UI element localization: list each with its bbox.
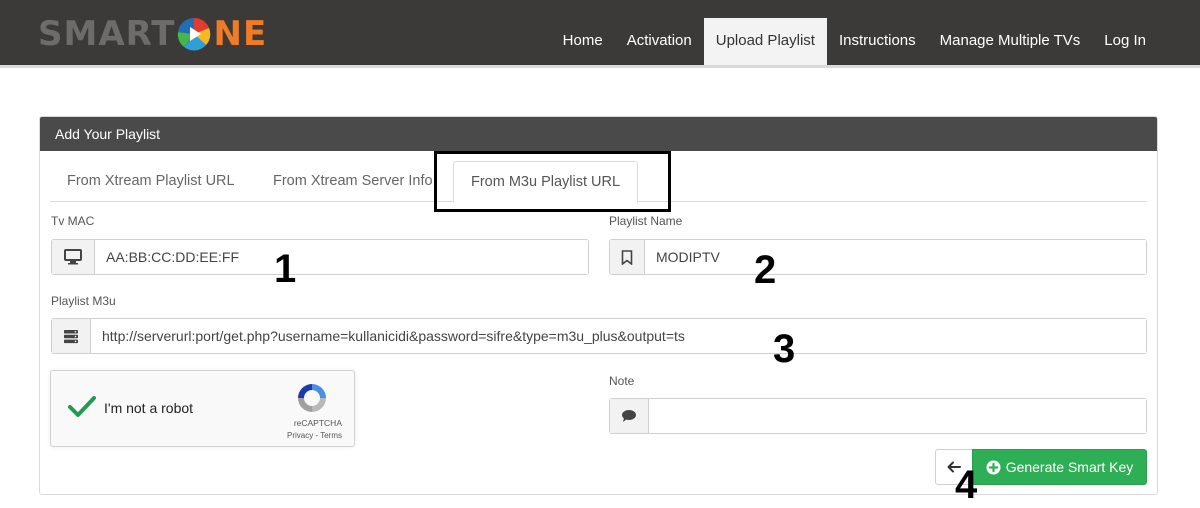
note-group bbox=[609, 398, 1147, 434]
recaptcha-widget[interactable]: I'm not a robot reCAPTCHA Privacy - Term… bbox=[50, 370, 355, 447]
nav-manage-multiple-tvs[interactable]: Manage Multiple TVs bbox=[928, 18, 1093, 65]
playlist-m3u-input[interactable] bbox=[91, 319, 1146, 353]
main-nav: Home Activation Upload Playlist Instruct… bbox=[551, 18, 1158, 65]
highlight-box bbox=[434, 151, 671, 212]
annotation-number-2: 2 bbox=[754, 248, 777, 292]
playlist-m3u-group bbox=[51, 318, 1147, 354]
annotation-number-1: 1 bbox=[274, 247, 297, 291]
annotation-number-3: 3 bbox=[773, 327, 796, 371]
recaptcha-terms-link[interactable]: Privacy - Terms bbox=[51, 431, 354, 440]
nav-home[interactable]: Home bbox=[551, 18, 615, 65]
logo-text-left: SMART bbox=[38, 14, 176, 54]
comment-icon bbox=[610, 399, 649, 433]
nav-instructions[interactable]: Instructions bbox=[827, 18, 928, 65]
monitor-icon bbox=[52, 240, 95, 274]
nav-activation[interactable]: Activation bbox=[615, 18, 704, 65]
tv-mac-input[interactable] bbox=[95, 240, 588, 274]
playlist-name-label: Playlist Name bbox=[609, 214, 683, 228]
note-label: Note bbox=[609, 374, 635, 388]
recaptcha-brand: reCAPTCHA bbox=[293, 418, 342, 428]
panel-title: Add Your Playlist bbox=[40, 117, 1157, 151]
generate-smart-key-label: Generate Smart Key bbox=[1005, 459, 1134, 475]
tab-xtream-server-info[interactable]: From Xtream Server Info bbox=[256, 161, 450, 202]
smartone-logo[interactable]: SMART NE bbox=[38, 14, 267, 54]
server-icon bbox=[52, 319, 91, 353]
tv-mac-label: Tv MAC bbox=[51, 214, 95, 228]
logo-play-icon bbox=[178, 17, 211, 51]
annotation-number-4: 4 bbox=[955, 463, 978, 507]
playlist-name-group bbox=[609, 239, 1147, 275]
logo-text-right: NE bbox=[213, 14, 268, 54]
nav-upload-playlist[interactable]: Upload Playlist bbox=[703, 18, 827, 65]
playlist-m3u-label: Playlist M3u bbox=[51, 294, 116, 308]
recaptcha-logo-icon bbox=[298, 384, 326, 412]
plus-circle-icon bbox=[986, 460, 1001, 474]
tv-mac-group bbox=[51, 239, 589, 275]
bookmark-icon bbox=[610, 240, 645, 274]
tab-xtream-playlist-url[interactable]: From Xtream Playlist URL bbox=[50, 161, 252, 202]
navbar-divider bbox=[0, 65, 1200, 68]
checkmark-icon[interactable] bbox=[67, 394, 97, 420]
recaptcha-label: I'm not a robot bbox=[104, 400, 194, 416]
nav-log-in[interactable]: Log In bbox=[1092, 18, 1158, 65]
top-navbar: SMART NE Home Activation Upload Playlist… bbox=[0, 0, 1200, 65]
generate-smart-key-button[interactable]: Generate Smart Key bbox=[972, 449, 1147, 485]
playlist-name-input[interactable] bbox=[645, 240, 1146, 274]
note-input[interactable] bbox=[649, 399, 1146, 433]
